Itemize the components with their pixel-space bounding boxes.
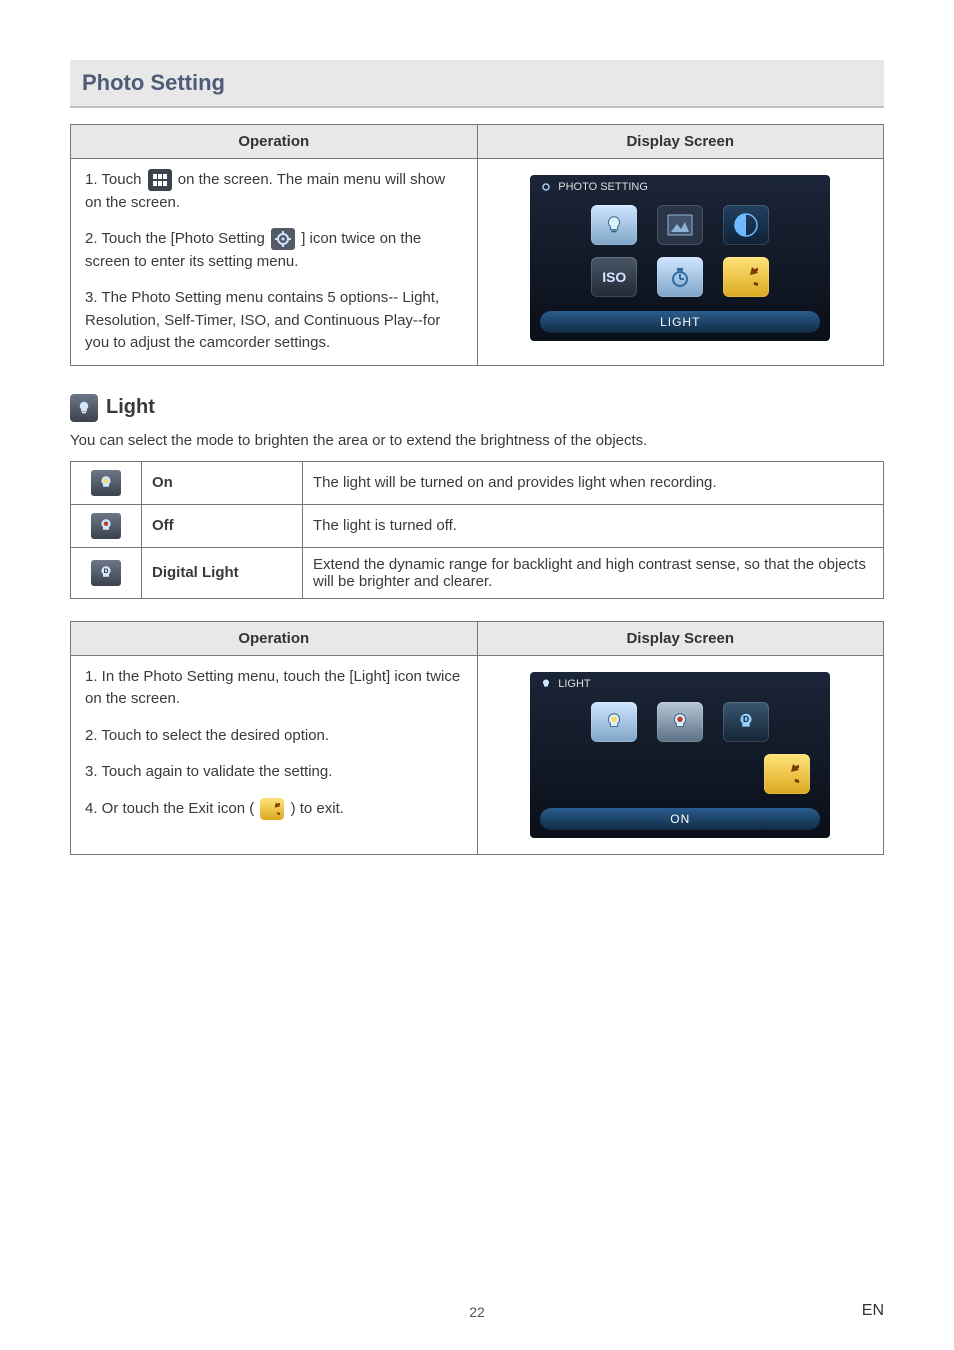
- t2-step4: 4. Or touch the Exit icon ( ) to exit.: [85, 798, 463, 821]
- gear-icon: [540, 181, 552, 193]
- digital-light-icon: D: [91, 560, 121, 586]
- digital-icon-cell: D: [71, 547, 142, 598]
- screen2-bottom-bar: ON: [540, 808, 820, 830]
- light-operation-table: Operation Display Screen 1. In the Photo…: [70, 621, 884, 855]
- t2-step4-b: ) to exit.: [291, 800, 344, 817]
- screen2-title: LIGHT: [558, 678, 590, 690]
- on-label: On: [142, 461, 303, 504]
- photo-setting-icon: [271, 228, 295, 250]
- display-cell-2: LIGHT D: [477, 655, 884, 854]
- screen1-title: PHOTO SETTING: [558, 181, 648, 193]
- resolution-tile[interactable]: [657, 205, 703, 245]
- page-number: 22: [0, 1304, 954, 1320]
- digital-light-tile[interactable]: D: [723, 702, 769, 742]
- step3: 3. The Photo Setting menu contains 5 opt…: [85, 287, 463, 355]
- self-timer-tile[interactable]: [657, 257, 703, 297]
- col-display-header-2: Display Screen: [477, 621, 884, 655]
- on-desc: The light will be turned on and provides…: [303, 461, 884, 504]
- t2-step4-a: 4. Or touch the Exit icon (: [85, 800, 258, 817]
- light-subheading: Light: [70, 394, 884, 422]
- col-operation-header: Operation: [71, 125, 478, 159]
- photo-setting-screen: PHOTO SETTING ISO: [530, 175, 830, 341]
- light-screen: LIGHT D: [530, 672, 830, 838]
- col-operation-header-2: Operation: [71, 621, 478, 655]
- t2-step1: 1. In the Photo Setting menu, touch the …: [85, 666, 463, 711]
- svg-text:D: D: [743, 715, 749, 724]
- on-icon-cell: [71, 461, 142, 504]
- step1-text-a: 1. Touch: [85, 171, 146, 188]
- col-display-header: Display Screen: [477, 125, 884, 159]
- off-desc: The light is turned off.: [303, 504, 884, 547]
- step1: 1. Touch on the screen. The main menu wi…: [85, 169, 463, 214]
- menu-grid-icon: [148, 169, 172, 191]
- light-off-tile[interactable]: [657, 702, 703, 742]
- display-cell-1: PHOTO SETTING ISO: [477, 159, 884, 366]
- operation-cell: 1. Touch on the screen. The main menu wi…: [71, 159, 478, 366]
- t2-step2: 2. Touch to select the desired option.: [85, 725, 463, 748]
- screen1-bottom-bar: LIGHT: [540, 311, 820, 333]
- light-on-icon: [91, 470, 121, 496]
- section-title: Photo Setting: [70, 60, 884, 108]
- step2-text-a: 2. Touch the [Photo Setting: [85, 230, 269, 247]
- exit-icon: [260, 798, 284, 820]
- intro-text: You can select the mode to brighten the …: [70, 432, 884, 449]
- wb-tile[interactable]: [723, 205, 769, 245]
- off-label: Off: [142, 504, 303, 547]
- svg-text:D: D: [104, 568, 109, 575]
- light-off-icon: [91, 513, 121, 539]
- photo-setting-table: Operation Display Screen 1. Touch on the: [70, 124, 884, 366]
- subheading-text: Light: [106, 396, 155, 419]
- t2-step3: 3. Touch again to validate the setting.: [85, 761, 463, 784]
- exit-tile-2[interactable]: [764, 754, 810, 794]
- light-tile[interactable]: [591, 205, 637, 245]
- bulb-small-icon: [540, 678, 552, 690]
- digital-label: Digital Light: [142, 547, 303, 598]
- digital-desc: Extend the dynamic range for backlight a…: [303, 547, 884, 598]
- operation-cell-2: 1. In the Photo Setting menu, touch the …: [71, 655, 478, 854]
- lang-label: EN: [862, 1302, 884, 1320]
- light-options-table: On The light will be turned on and provi…: [70, 461, 884, 599]
- bulb-icon: [70, 394, 98, 422]
- light-on-tile[interactable]: [591, 702, 637, 742]
- step2: 2. Touch the [Photo Setting ] icon twice…: [85, 228, 463, 273]
- exit-tile[interactable]: [723, 257, 769, 297]
- off-icon-cell: [71, 504, 142, 547]
- iso-tile[interactable]: ISO: [591, 257, 637, 297]
